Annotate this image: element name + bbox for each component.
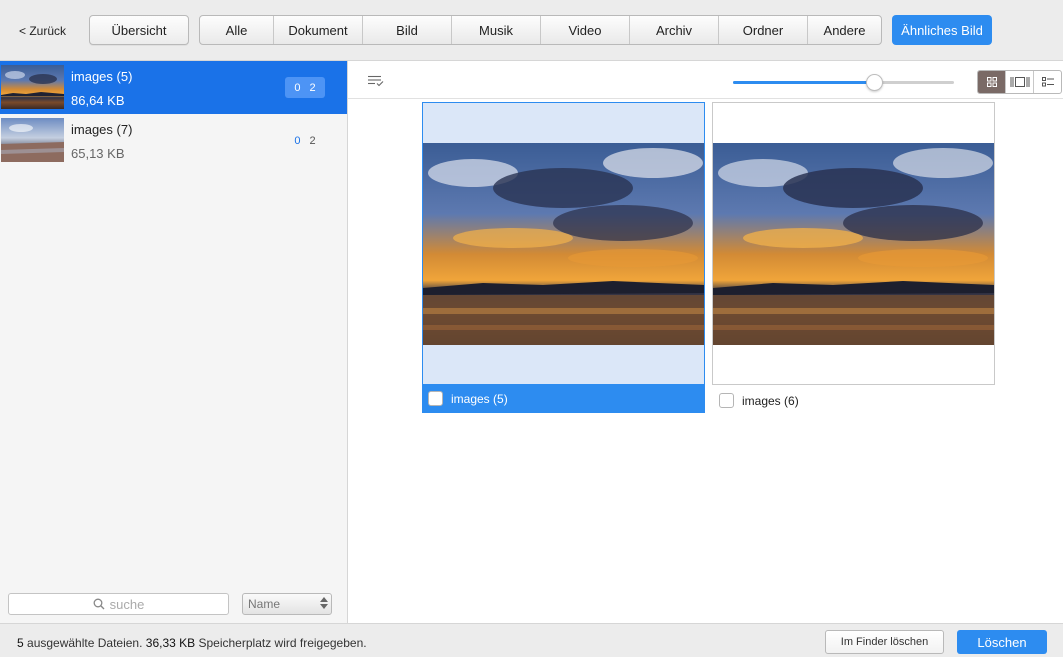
filter-music[interactable]: Musik [452,16,541,44]
file-size: 65,13 KB [71,146,125,161]
count-a: 0 [294,134,301,147]
sort-value: Name [248,597,281,611]
overview-button[interactable]: Übersicht [89,15,189,45]
delete-button[interactable]: Löschen [957,630,1047,654]
freed-text: Speicherplatz wird freigegeben. [195,636,367,650]
image-preview [423,143,704,345]
zoom-slider-fill [733,81,875,84]
file-list-item[interactable]: images (7) 65,13 KB 0 2 [0,114,347,167]
chevron-updown-icon [320,597,328,609]
back-button[interactable]: < Zurück [19,24,66,38]
image-card-name: images (6) [742,393,799,408]
image-preview [713,143,994,345]
sort-select[interactable]: Name [242,593,332,615]
count-a: 0 [294,81,301,94]
duplicate-count-badge: 0 2 [285,130,325,151]
image-card-label[interactable]: images (6) [713,386,996,415]
filter-other[interactable]: Andere [808,16,881,44]
file-thumbnail [1,65,64,109]
file-list-panel: images (5) 86,64 KB 0 2 images (7) 65,13… [0,61,348,623]
zoom-slider-thumb[interactable] [866,74,884,91]
file-list-item[interactable]: images (5) 86,64 KB 0 2 [0,61,347,114]
selected-count: 5 [17,636,24,650]
file-name: images (5) [71,69,133,84]
status-bar: 5 ausgewählte Dateien. 36,33 KB Speicher… [0,623,1063,657]
filmstrip-view-icon[interactable] [1006,71,1034,93]
image-card[interactable] [712,102,995,385]
checkbox[interactable] [719,393,734,408]
filter-image[interactable]: Bild [363,16,452,44]
file-name: images (7) [71,122,133,137]
selected-count-text: ausgewählte Dateien. [23,636,146,650]
filter-video[interactable]: Video [541,16,630,44]
duplicate-count-badge: 0 2 [285,77,325,98]
select-list-icon[interactable] [367,75,385,90]
grid-view-icon[interactable] [978,71,1006,93]
preview-panel: images (5) images (6) [348,61,1063,623]
freed-size: 36,33 KB [145,636,196,650]
view-options-bar [348,61,1063,99]
status-text: 5 ausgewählte Dateien. 36,33 KB Speicher… [17,636,367,650]
image-card-selected[interactable] [422,102,705,385]
image-card-name: images (5) [451,391,508,406]
toolbar: < Zurück Übersicht Alle Dokument Bild Mu… [0,0,1063,61]
image-card-label[interactable]: images (5) [422,384,705,413]
list-view-icon[interactable] [1034,71,1061,93]
view-mode-segment [977,70,1062,94]
filter-document[interactable]: Dokument [274,16,363,44]
search-placeholder: suche [109,596,145,612]
search-input[interactable]: suche [8,593,229,615]
zoom-slider[interactable] [733,74,954,91]
file-size: 86,64 KB [71,93,125,108]
filter-all[interactable]: Alle [200,16,274,44]
count-b: 2 [309,81,316,94]
category-filter-segment: Alle Dokument Bild Musik Video Archiv Or… [199,15,882,45]
count-b: 2 [309,134,316,147]
search-icon [93,598,105,610]
delete-in-finder-button[interactable]: Im Finder löschen [825,630,944,654]
checkbox[interactable] [428,391,443,406]
filter-archive[interactable]: Archiv [630,16,719,44]
filter-folder[interactable]: Ordner [719,16,808,44]
file-thumbnail [1,118,64,162]
similar-image-button[interactable]: Ähnliches Bild [892,15,992,45]
